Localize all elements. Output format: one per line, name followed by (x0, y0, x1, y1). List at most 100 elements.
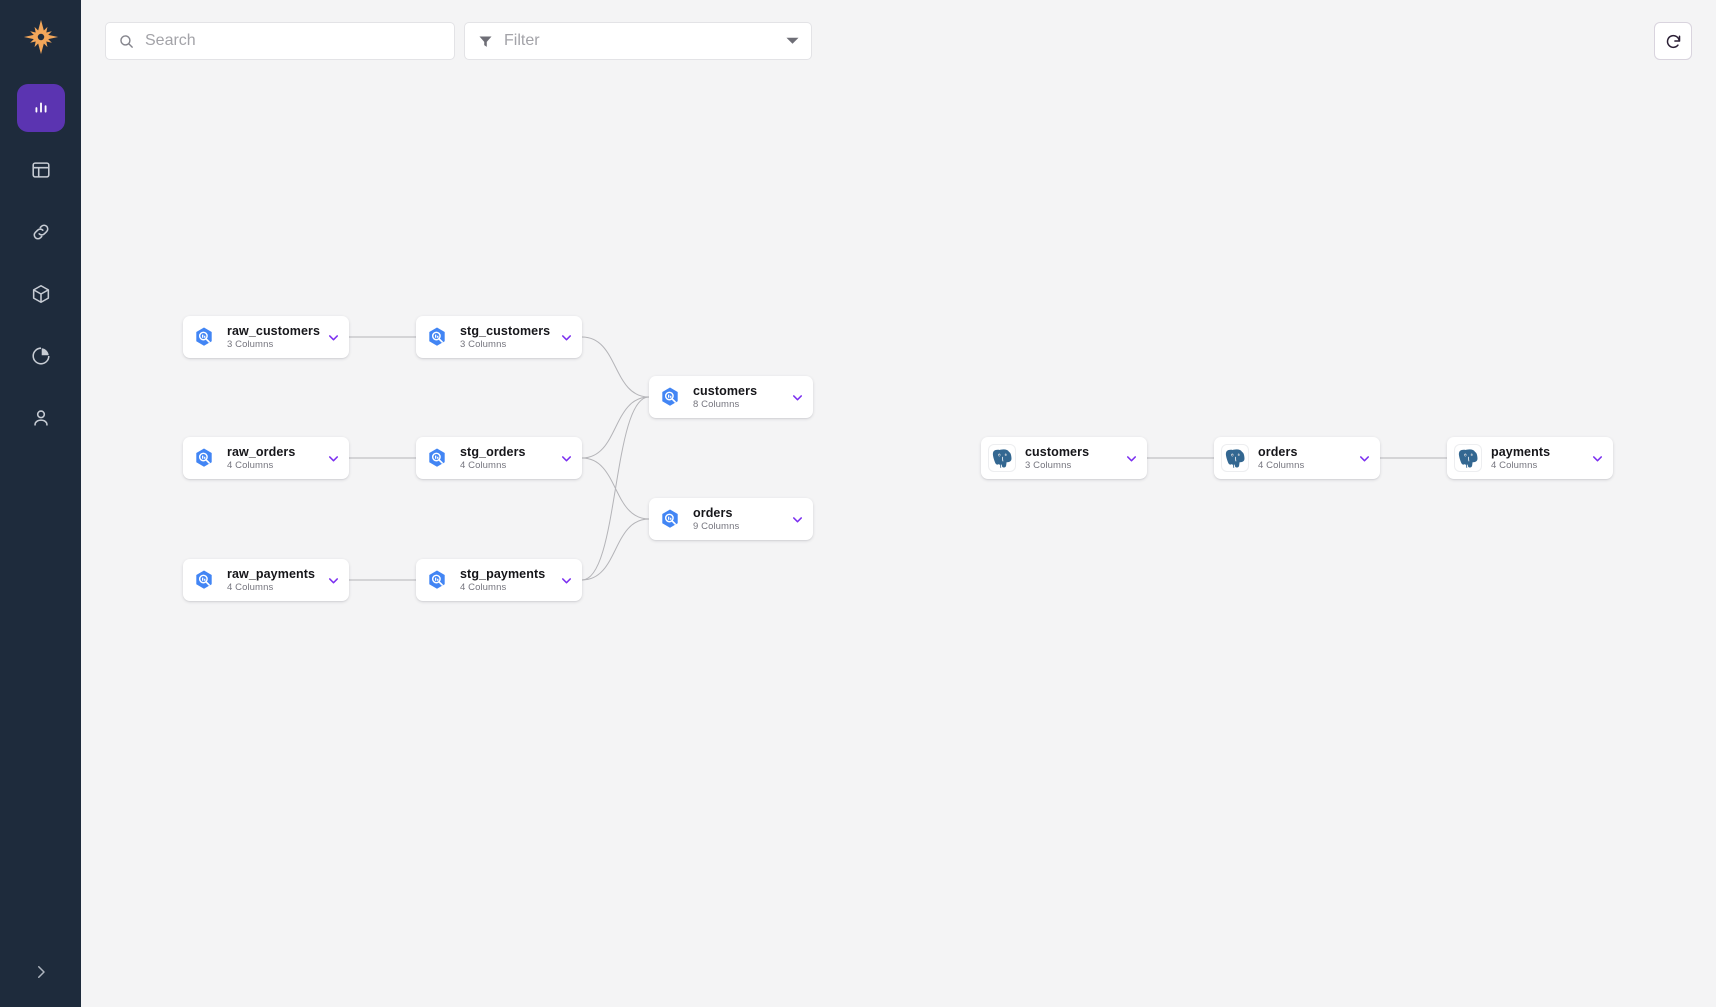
bigquery-icon-wrapper (423, 566, 451, 594)
cube-icon (30, 283, 52, 305)
node-column-count: 3 Columns (227, 338, 313, 351)
chevron-down-icon (1590, 451, 1605, 466)
node-expand-button[interactable] (790, 390, 805, 405)
postgres-icon-wrapper (988, 444, 1016, 472)
user-icon (30, 407, 52, 429)
bar-chart-icon (30, 97, 52, 119)
node-expand-button[interactable] (326, 451, 341, 466)
filter-input[interactable] (504, 32, 781, 50)
node-text: stg_payments4 Columns (460, 567, 546, 594)
postgres-icon (1457, 447, 1480, 470)
lineage-node-raw_orders[interactable]: raw_orders4 Columns (183, 437, 349, 479)
node-name: raw_payments (227, 567, 313, 581)
node-text: stg_orders4 Columns (460, 445, 546, 472)
refresh-button[interactable] (1654, 22, 1692, 60)
lineage-node-stg_orders[interactable]: stg_orders4 Columns (416, 437, 582, 479)
postgres-icon-wrapper (1221, 444, 1249, 472)
bigquery-icon (193, 326, 215, 348)
sidebar-item-models[interactable] (17, 270, 65, 318)
node-text: customers8 Columns (693, 384, 777, 411)
sidebar-item-tables[interactable] (17, 146, 65, 194)
bigquery-icon-wrapper (190, 323, 218, 351)
lineage-node-raw_payments[interactable]: raw_payments4 Columns (183, 559, 349, 601)
bigquery-icon-wrapper (423, 323, 451, 351)
node-name: stg_payments (460, 567, 546, 581)
node-expand-button[interactable] (559, 330, 574, 345)
lineage-node-orders_mart[interactable]: orders9 Columns (649, 498, 813, 540)
main-area: raw_customers3 Columns raw_orders4 Colum… (81, 0, 1716, 1007)
postgres-icon (1224, 447, 1247, 470)
lineage-node-stg_customers[interactable]: stg_customers3 Columns (416, 316, 582, 358)
bigquery-icon (426, 569, 448, 591)
chevron-down-icon (559, 330, 574, 345)
node-expand-button[interactable] (1590, 451, 1605, 466)
sidebar-item-connections[interactable] (17, 208, 65, 256)
sidebar-item-reports[interactable] (17, 332, 65, 380)
node-column-count: 3 Columns (460, 338, 546, 351)
lineage-edge-stg_orders-to-orders_mart (582, 458, 649, 519)
node-column-count: 4 Columns (1491, 459, 1577, 472)
sidebar-item-lineage[interactable] (17, 84, 65, 132)
node-column-count: 4 Columns (227, 459, 313, 472)
node-name: payments (1491, 445, 1577, 459)
link-icon (30, 221, 52, 243)
node-name: raw_customers (227, 324, 313, 338)
node-name: stg_orders (460, 445, 546, 459)
node-expand-button[interactable] (326, 330, 341, 345)
node-name: raw_orders (227, 445, 313, 459)
lineage-node-customers_mart[interactable]: customers8 Columns (649, 376, 813, 418)
node-column-count: 4 Columns (460, 459, 546, 472)
node-column-count: 3 Columns (1025, 459, 1111, 472)
filter-icon (477, 33, 494, 50)
node-text: orders4 Columns (1258, 445, 1344, 472)
node-name: customers (693, 384, 777, 398)
node-text: customers3 Columns (1025, 445, 1111, 472)
node-text: payments4 Columns (1491, 445, 1577, 472)
bigquery-icon (426, 326, 448, 348)
sidebar-nav (17, 84, 65, 442)
lineage-edge-stg_payments-to-customers_mart (582, 397, 649, 580)
sidebar (0, 0, 81, 1007)
search-icon (118, 33, 135, 50)
bigquery-icon-wrapper (656, 383, 684, 411)
table-layout-icon (30, 159, 52, 181)
chevron-down-icon (326, 451, 341, 466)
node-expand-button[interactable] (559, 451, 574, 466)
lineage-node-raw_customers[interactable]: raw_customers3 Columns (183, 316, 349, 358)
pie-chart-icon (30, 345, 52, 367)
node-column-count: 4 Columns (1258, 459, 1344, 472)
chevron-down-icon (326, 573, 341, 588)
sidebar-expand-button[interactable] (0, 963, 81, 981)
lineage-edges (81, 0, 1716, 1007)
lineage-node-pg_orders[interactable]: orders4 Columns (1214, 437, 1380, 479)
lineage-canvas[interactable]: raw_customers3 Columns raw_orders4 Colum… (81, 0, 1716, 1007)
bigquery-icon-wrapper (190, 444, 218, 472)
refresh-icon (1664, 32, 1683, 51)
chevron-right-icon (32, 963, 50, 981)
chevron-down-icon (559, 573, 574, 588)
node-column-count: 8 Columns (693, 398, 777, 411)
node-expand-button[interactable] (790, 512, 805, 527)
node-expand-button[interactable] (1357, 451, 1372, 466)
caret-down-icon[interactable] (786, 32, 799, 50)
node-expand-button[interactable] (1124, 451, 1139, 466)
node-expand-button[interactable] (559, 573, 574, 588)
node-text: raw_orders4 Columns (227, 445, 313, 472)
node-text: raw_payments4 Columns (227, 567, 313, 594)
lineage-edge-stg_customers-to-customers_mart (582, 337, 649, 397)
sidebar-item-account[interactable] (17, 394, 65, 442)
node-expand-button[interactable] (326, 573, 341, 588)
app-logo[interactable] (16, 12, 66, 62)
bigquery-icon (659, 386, 681, 408)
lineage-node-pg_customers[interactable]: customers3 Columns (981, 437, 1147, 479)
lineage-node-pg_payments[interactable]: payments4 Columns (1447, 437, 1613, 479)
filter-box[interactable] (464, 22, 812, 60)
node-text: stg_customers3 Columns (460, 324, 546, 351)
bigquery-icon (426, 447, 448, 469)
postgres-icon (991, 447, 1014, 470)
bigquery-icon (193, 447, 215, 469)
node-name: orders (693, 506, 777, 520)
search-input[interactable] (145, 32, 442, 50)
search-box[interactable] (105, 22, 455, 60)
lineage-node-stg_payments[interactable]: stg_payments4 Columns (416, 559, 582, 601)
